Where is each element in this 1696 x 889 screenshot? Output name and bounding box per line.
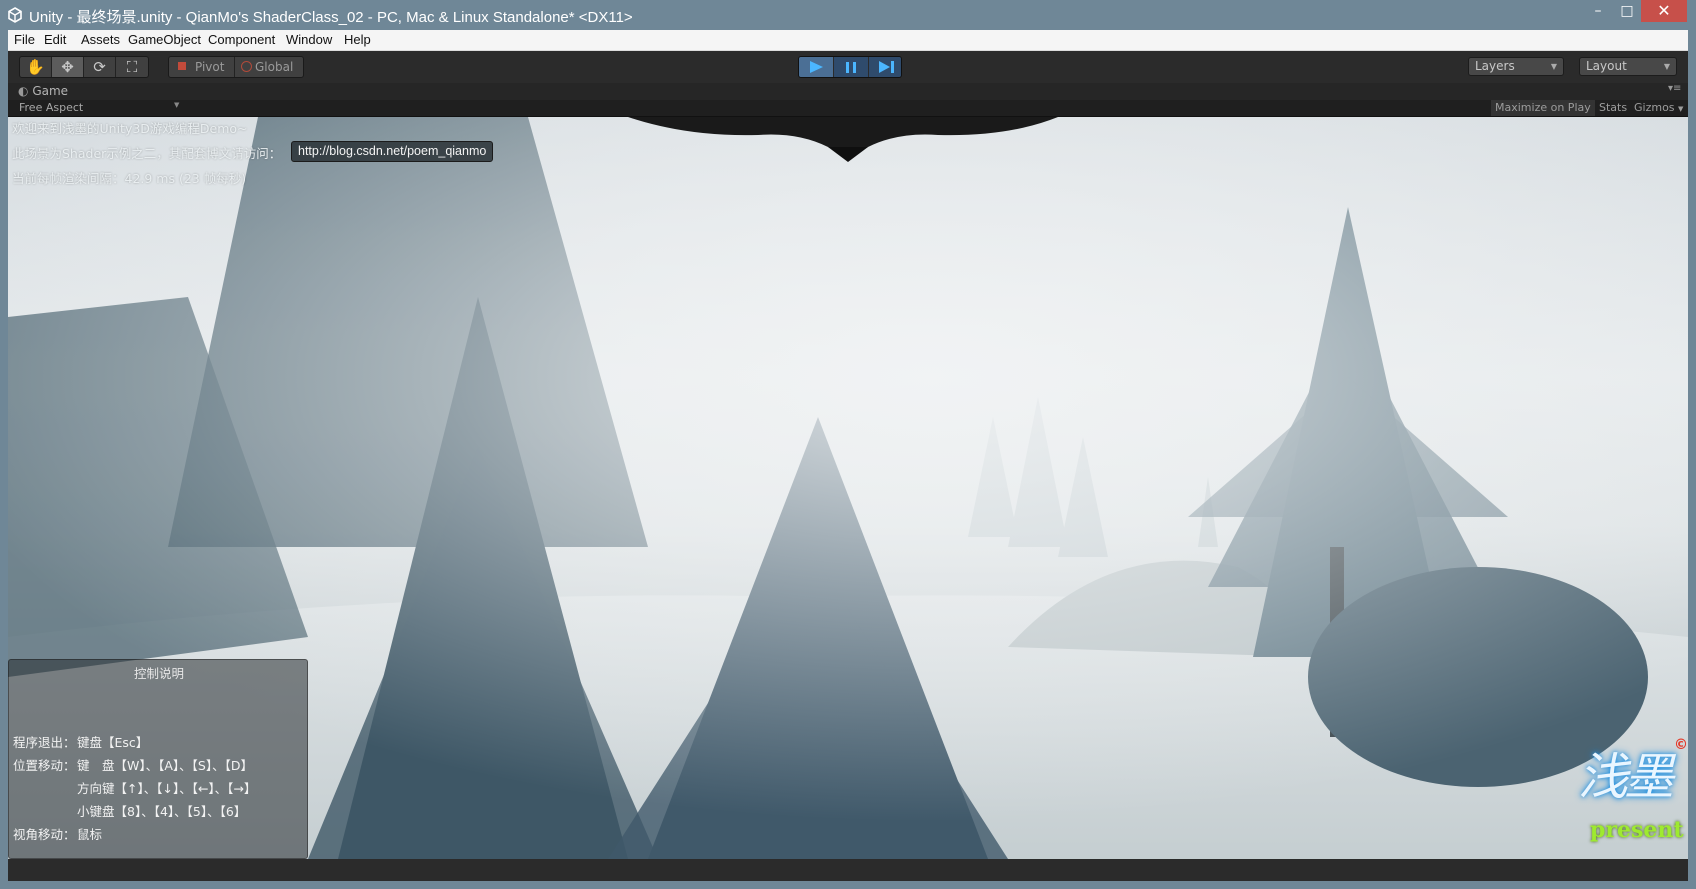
menu-bar: File Edit Assets GameObject Component Wi… (8, 30, 1688, 51)
play-icon (810, 61, 823, 73)
stats-toggle[interactable]: Stats (1595, 100, 1631, 116)
status-bar (8, 859, 1688, 881)
arrow-keys: 方向键【↑】、【↓】、【←】、【→】 (77, 781, 257, 796)
game-tab-icon: ◐ (18, 84, 29, 98)
logo-main-text: 浅墨 (1578, 748, 1674, 806)
numpad-keys: 小键盘【8】、【4】、【5】、【6】 (77, 804, 247, 819)
global-toggle[interactable]: Global (235, 57, 303, 77)
scale-tool-icon[interactable]: ⛶ (116, 57, 148, 77)
title-bar[interactable]: Unity - 最终场景.unity - QianMo's ShaderClas… (0, 0, 1696, 30)
close-button[interactable]: ✕ (1641, 0, 1687, 22)
minimize-button[interactable]: – (1583, 0, 1613, 22)
step-button[interactable] (869, 57, 901, 77)
gizmos-dropdown[interactable]: Gizmos ▼ (1630, 100, 1687, 116)
menu-edit[interactable]: Edit (44, 32, 66, 47)
pivot-global-group: Pivot Global (168, 56, 304, 78)
exit-label: 程序退出： (13, 735, 76, 750)
pause-icon (846, 62, 856, 73)
unity-window: Unity - 最终场景.unity - QianMo's ShaderClas… (0, 0, 1696, 889)
gizmos-label: Gizmos (1634, 101, 1675, 114)
game-tab[interactable]: ◐ Game (18, 84, 68, 98)
menu-file[interactable]: File (14, 32, 35, 47)
move-label: 位置移动： (13, 758, 76, 773)
view-value: 鼠标 (77, 827, 103, 842)
move-keys: 键 盘【W】、【A】、【S】、【D】 (77, 758, 253, 773)
game-tab-label: Game (32, 84, 69, 98)
exit-value: 键盘【Esc】 (77, 735, 149, 750)
pivot-toggle[interactable]: Pivot (169, 57, 235, 77)
gizmos-caret-icon: ▼ (1678, 105, 1684, 113)
hud-frame-time: 当前每帧渲染间隔：42.9 ms (23 帧每秒) (12, 171, 247, 186)
window-title: Unity - 最终场景.unity - QianMo's ShaderClas… (29, 9, 633, 26)
layout-label: Layout (1586, 59, 1627, 73)
pivot-icon (178, 62, 186, 70)
aspect-caret-icon: ▼ (174, 101, 180, 109)
copyright-icon: © (1674, 737, 1688, 753)
panel-menu-icon[interactable]: ▾≡ (1668, 83, 1681, 94)
maximize-on-play-toggle[interactable]: Maximize on Play (1491, 100, 1595, 116)
aspect-label: Free Aspect (19, 101, 84, 114)
global-label: Global (255, 60, 294, 74)
layers-label: Layers (1475, 59, 1515, 73)
game-tab-bar: ◐ Game ▾≡ (8, 83, 1688, 100)
menu-window[interactable]: Window (286, 32, 332, 47)
game-view[interactable]: 欢迎来到浅墨的Unity3D游戏编程Demo~ 此场景为Shader示例之二，其… (8, 117, 1688, 859)
layers-dropdown[interactable]: Layers ▼ (1468, 57, 1564, 76)
globe-icon (241, 61, 252, 72)
menu-assets[interactable]: Assets (81, 32, 120, 47)
game-view-options-bar: Free Aspect ▼ Maximize on Play Stats Giz… (8, 100, 1688, 117)
unity-logo-icon (8, 7, 22, 23)
hand-tool-icon[interactable]: ✋ (20, 57, 52, 77)
layout-dropdown[interactable]: Layout ▼ (1579, 57, 1677, 76)
playback-controls (798, 56, 902, 78)
pause-button[interactable] (834, 57, 868, 77)
menu-help[interactable]: Help (344, 32, 371, 47)
qianmo-logo: 浅墨 © present (1568, 737, 1688, 857)
layout-caret-icon: ▼ (1663, 62, 1670, 71)
aspect-dropdown[interactable]: Free Aspect ▼ (19, 101, 179, 114)
logo-present-text: present (1590, 817, 1684, 843)
toolbar: ✋ ✥ ⟳ ⛶ Pivot Global Layers ▼ Layout ▼ (8, 51, 1688, 83)
control-instructions-panel: 控制说明 程序退出： 键盘【Esc】 位置移动： 键 盘【W】、【A】、【S】、… (8, 659, 308, 859)
menu-gameobject[interactable]: GameObject (128, 32, 201, 47)
hud-visit-text: 此场景为Shader示例之二，其配套博文请访问： (12, 146, 282, 161)
move-tool-icon[interactable]: ✥ (52, 57, 84, 77)
step-icon (879, 61, 894, 73)
layers-caret-icon: ▼ (1550, 62, 1557, 71)
view-label: 视角移动： (13, 827, 76, 842)
control-panel-title: 控制说明 (133, 666, 184, 681)
menu-component[interactable]: Component (208, 32, 275, 47)
pivot-label: Pivot (195, 60, 225, 74)
hud-welcome-text: 欢迎来到浅墨的Unity3D游戏编程Demo~ (12, 121, 248, 136)
transform-tools: ✋ ✥ ⟳ ⛶ (19, 56, 149, 78)
blog-link-button[interactable]: http://blog.csdn.net/poem_qianmo (291, 141, 494, 162)
maximize-button[interactable]: □ (1612, 0, 1642, 22)
rotate-tool-icon[interactable]: ⟳ (84, 57, 116, 77)
play-button[interactable] (799, 57, 833, 77)
